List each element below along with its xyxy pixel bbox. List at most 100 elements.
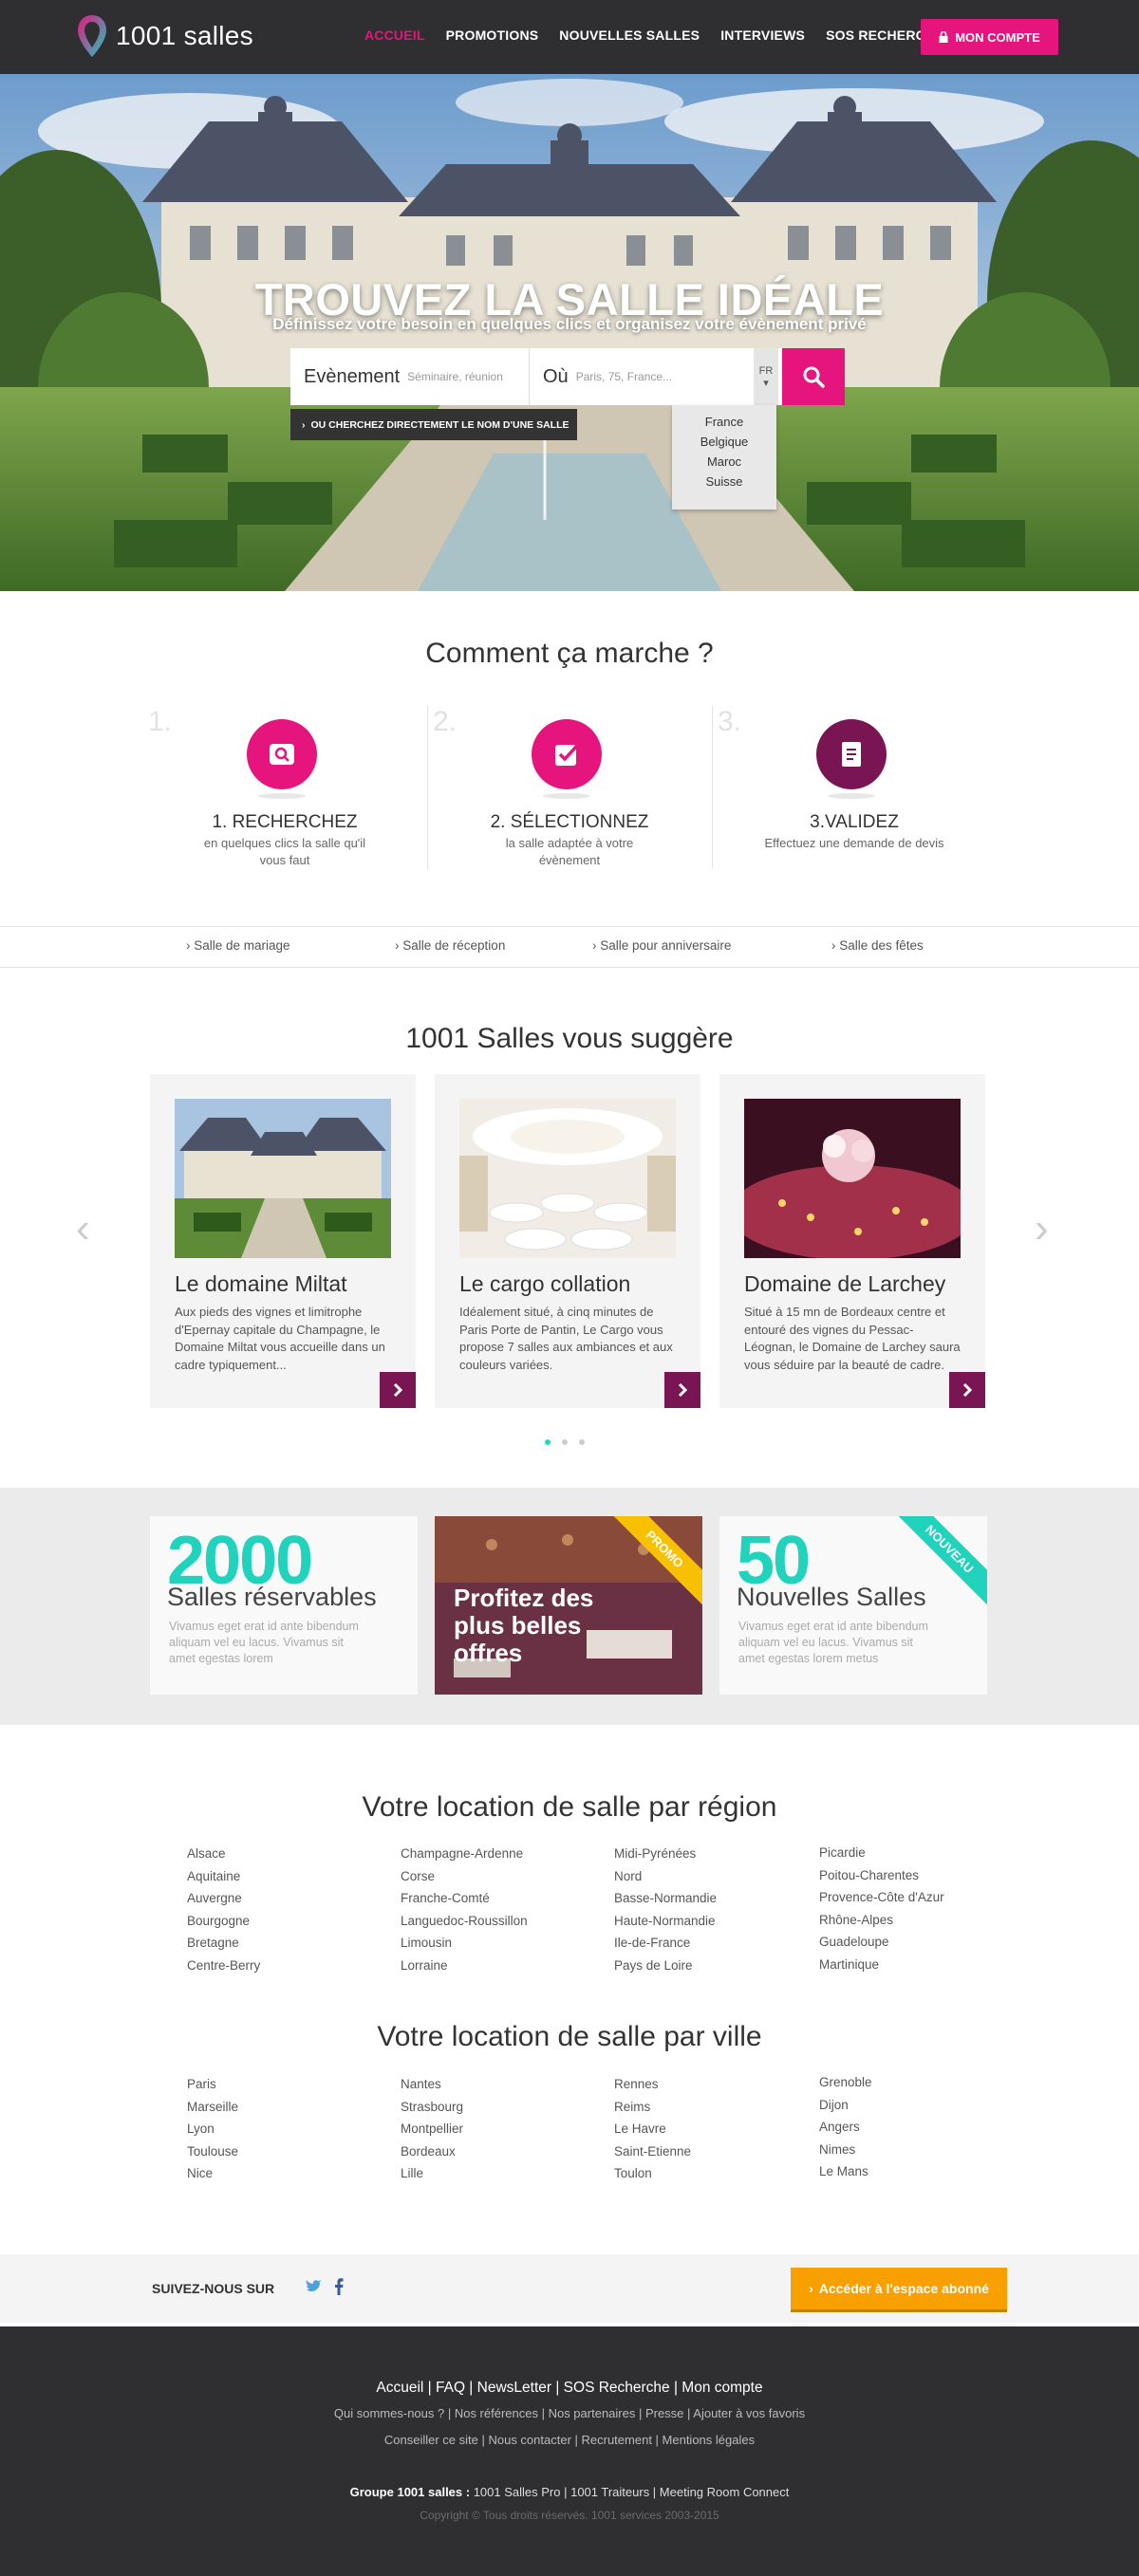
category-link-fetes[interactable]: › Salle des fêtes <box>831 938 924 953</box>
city-link[interactable]: Grenoble <box>819 2075 872 2098</box>
search-button[interactable] <box>782 348 845 405</box>
subscriber-space-button[interactable]: › Accéder à l'espace abonné <box>791 2268 1007 2309</box>
promo-box-offres[interactable]: PROMO Profitez des plus belles offres <box>435 1516 702 1695</box>
region-link[interactable]: Champagne-Ardenne <box>401 1846 528 1869</box>
city-link[interactable]: Angers <box>819 2120 872 2142</box>
region-link[interactable]: Haute-Normandie <box>614 1914 717 1937</box>
step-divider <box>427 706 428 869</box>
region-link[interactable]: Ile-de-France <box>614 1936 717 1958</box>
city-link[interactable]: Marseille <box>187 2100 238 2122</box>
logo[interactable]: 1001 salles <box>76 13 253 59</box>
carousel-dot[interactable] <box>545 1439 551 1445</box>
nav-nouvelles-salles[interactable]: NOUVELLES SALLES <box>559 28 700 43</box>
city-link[interactable]: Reims <box>614 2100 691 2122</box>
country-select-value: FR <box>758 364 774 377</box>
city-link[interactable]: Le Mans <box>819 2164 872 2187</box>
city-link[interactable]: Strasbourg <box>401 2100 463 2122</box>
region-link[interactable]: Martinique <box>819 1957 944 1980</box>
country-dropdown: France Belgique Maroc Suisse <box>672 405 776 510</box>
venue-title[interactable]: Le cargo collation <box>459 1271 630 1297</box>
nav-accueil[interactable]: ACCUEIL <box>364 28 425 43</box>
venue-title[interactable]: Domaine de Larchey <box>744 1271 945 1297</box>
event-label: Evènement <box>304 365 401 387</box>
region-link[interactable]: Corse <box>401 1869 528 1892</box>
footer-main-links[interactable]: Accueil | FAQ | NewsLetter | SOS Recherc… <box>0 2380 1139 2397</box>
region-link[interactable]: Provence-Côte d'Azur <box>819 1890 944 1913</box>
city-link[interactable]: Bordeaux <box>401 2144 463 2167</box>
promo-band: 2000 Salles réservables Vivamus eget era… <box>0 1488 1139 1725</box>
region-link[interactable]: Alsace <box>187 1846 260 1869</box>
region-link[interactable]: Rhône-Alpes <box>819 1913 944 1936</box>
region-link[interactable]: Pays de Loire <box>614 1958 717 1981</box>
region-link[interactable]: Bourgogne <box>187 1914 260 1937</box>
venue-more-button[interactable] <box>380 1372 416 1408</box>
region-link[interactable]: Picardie <box>819 1845 944 1868</box>
city-link[interactable]: Paris <box>187 2077 238 2100</box>
region-link[interactable]: Basse-Normandie <box>614 1891 717 1914</box>
stat-box-salles[interactable]: 2000 Salles réservables Vivamus eget era… <box>150 1516 418 1695</box>
category-link-anniversaire[interactable]: › Salle pour anniversaire <box>592 938 731 953</box>
country-select[interactable]: FR ▾ <box>754 348 778 405</box>
venue-description: Idéalement situé, à cinq minutes de Pari… <box>459 1305 673 1372</box>
region-link[interactable]: Auvergne <box>187 1891 260 1914</box>
footer-group-links[interactable]: Groupe 1001 salles : 1001 Salles Pro | 1… <box>0 2485 1139 2499</box>
carousel-prev-icon[interactable]: ‹ <box>76 1205 90 1252</box>
region-link[interactable]: Aquitaine <box>187 1869 260 1892</box>
carousel-dot[interactable] <box>579 1439 585 1445</box>
stat-box-nouvelles[interactable]: NOUVEAU 50 Nouvelles Salles Vivamus eget… <box>719 1516 987 1695</box>
venue-more-button[interactable] <box>949 1372 985 1408</box>
region-link[interactable]: Franche-Comté <box>401 1891 528 1914</box>
facebook-icon[interactable] <box>334 2278 344 2295</box>
venue-title[interactable]: Le domaine Miltat <box>175 1271 347 1297</box>
region-link[interactable]: Bretagne <box>187 1936 260 1958</box>
venue-card[interactable]: Domaine de Larchey Situé à 15 mn de Bord… <box>719 1074 985 1408</box>
venue-card[interactable]: Le domaine Miltat Aux pieds des vignes e… <box>150 1074 416 1408</box>
city-link[interactable]: Montpellier <box>401 2122 463 2144</box>
region-link[interactable]: Midi-Pyrénées <box>614 1846 717 1869</box>
region-link[interactable]: Limousin <box>401 1936 528 1958</box>
footer-tertiary-links[interactable]: Conseiller ce site | Nous contacter | Re… <box>0 2433 1139 2447</box>
category-link-mariage[interactable]: › Salle de mariage <box>186 938 290 953</box>
region-link[interactable]: Languedoc-Roussillon <box>401 1914 528 1937</box>
nav-promotions[interactable]: PROMOTIONS <box>446 28 539 43</box>
event-input[interactable]: Evènement Séminaire, réunion <box>290 348 530 405</box>
region-link[interactable]: Nord <box>614 1869 717 1892</box>
nav-interviews[interactable]: INTERVIEWS <box>720 28 805 43</box>
city-link[interactable]: Nimes <box>819 2142 872 2165</box>
direct-search-link[interactable]: › OU CHERCHEZ DIRECTEMENT LE NOM D'UNE SA… <box>290 409 577 440</box>
region-link[interactable]: Centre-Berry <box>187 1958 260 1981</box>
twitter-icon[interactable] <box>306 2280 323 2294</box>
city-link[interactable]: Toulouse <box>187 2144 238 2167</box>
location-input[interactable]: Où Paris, 75, France... <box>530 348 754 405</box>
venue-card[interactable]: Le cargo collation Idéalement situé, à c… <box>435 1074 700 1408</box>
city-link[interactable]: Nantes <box>401 2077 463 2100</box>
carousel-dot[interactable] <box>562 1439 568 1445</box>
suggestions-title: 1001 Salles vous suggère <box>405 1023 734 1054</box>
stat-text: Vivamus eget erat id ante bibendum aliqu… <box>169 1620 359 1665</box>
city-link[interactable]: Le Havre <box>614 2122 691 2144</box>
category-link-reception[interactable]: › Salle de réception <box>395 938 505 953</box>
country-option-maroc[interactable]: Maroc <box>672 454 776 474</box>
region-link[interactable]: Guadeloupe <box>819 1935 944 1957</box>
city-link[interactable]: Nice <box>187 2166 238 2189</box>
region-link[interactable]: Lorraine <box>401 1958 528 1981</box>
footer-group-sites[interactable]: 1001 Salles Pro | 1001 Traiteurs | Meeti… <box>474 2485 790 2499</box>
country-option-belgique[interactable]: Belgique <box>672 435 776 454</box>
city-link[interactable]: Toulon <box>614 2166 691 2189</box>
chevron-right-icon <box>962 1383 973 1397</box>
city-link[interactable]: Rennes <box>614 2077 691 2100</box>
region-link[interactable]: Poitou-Charentes <box>819 1868 944 1891</box>
city-list: Nantes Strasbourg Montpellier Bordeaux Lille <box>401 2077 463 2189</box>
city-link[interactable]: Lille <box>401 2166 463 2189</box>
venue-description: Aux pieds des vignes et limitrophe d'Epe… <box>175 1305 385 1372</box>
city-link[interactable]: Saint-Etienne <box>614 2144 691 2167</box>
city-link[interactable]: Dijon <box>819 2098 872 2121</box>
city-link[interactable]: Lyon <box>187 2122 238 2144</box>
footer-secondary-links[interactable]: Qui sommes-nous ? | Nos références | Nos… <box>0 2406 1139 2420</box>
country-option-suisse[interactable]: Suisse <box>672 474 776 494</box>
account-button[interactable]: MON COMPTE <box>921 19 1058 55</box>
carousel-next-icon[interactable]: › <box>1035 1205 1049 1252</box>
venue-more-button[interactable] <box>664 1372 700 1408</box>
how-it-works-steps: 1. 1. RECHERCHEZ en quelques clics la sa… <box>142 706 997 869</box>
country-option-france[interactable]: France <box>672 415 776 435</box>
